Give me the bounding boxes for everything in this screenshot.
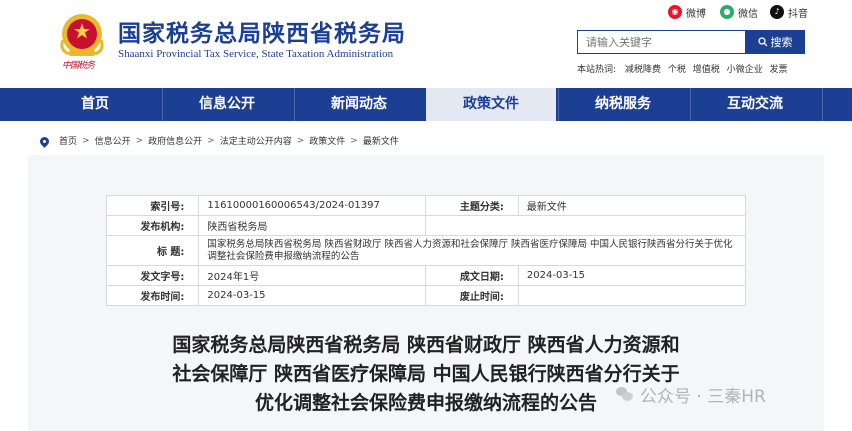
- site-title[interactable]: 国家税务总局陕西省税务局: [118, 14, 406, 48]
- site-header: 中国税务 国家税务总局陕西省税务局 Shaanxi Provincial Tax…: [0, 0, 852, 88]
- weixin-link[interactable]: ● 微信: [720, 4, 758, 20]
- weixin-label: 微信: [738, 8, 758, 20]
- hot-words-label: 本站热词:: [577, 65, 617, 75]
- empty-cell: [425, 215, 746, 236]
- weibo-label: 微博: [686, 8, 706, 20]
- search-button[interactable]: 搜索: [745, 30, 805, 54]
- nav-item-news[interactable]: 新闻动态: [294, 88, 424, 121]
- hot-word[interactable]: 个税: [668, 65, 686, 75]
- issuer-value: 陕西省税务局: [198, 215, 427, 236]
- douyin-icon: ♪: [770, 5, 784, 19]
- expire-date-label: 废止时间:: [425, 285, 519, 306]
- index-value: 11610000160006543/2024-01397: [198, 195, 427, 216]
- breadcrumb-separator: >: [296, 135, 305, 146]
- table-row: 发布时间: 2024-03-15 废止时间:: [105, 285, 747, 306]
- weixin-icon: ●: [720, 5, 734, 19]
- search-input[interactable]: [577, 30, 745, 54]
- breadcrumb-separator: >: [82, 135, 90, 146]
- table-row: 发布机构: 陕西省税务局: [105, 215, 746, 236]
- nav-divider: [822, 88, 823, 121]
- weibo-icon: ◉: [668, 5, 682, 19]
- table-row: 索引号: 11610000160006543/2024-01397 主题分类: …: [105, 195, 747, 216]
- hot-word[interactable]: 增值税: [693, 65, 720, 75]
- breadcrumb: 首页 > 信息公开 > 政府信息公开 > 法定主动公开内容 > 政策文件 > 最…: [38, 134, 401, 148]
- docno-label: 发文字号:: [105, 265, 200, 286]
- effective-date-label: 成文日期:: [425, 265, 519, 286]
- document-meta-table: 索引号: 11610000160006543/2024-01397 主题分类: …: [105, 195, 747, 306]
- hot-word[interactable]: 小微企业: [727, 65, 763, 75]
- main-nav: 首页 信息公开 新闻动态 政策文件 纳税服务 互动交流: [0, 88, 852, 121]
- expire-date-value: [517, 285, 747, 306]
- table-row: 标 题: 国家税务总局陕西省税务局 陕西省财政厅 陕西省人力资源和社会保障厅 陕…: [105, 235, 746, 266]
- breadcrumb-item[interactable]: 政策文件: [309, 134, 345, 147]
- china-tax-signature: 中国税务: [62, 61, 95, 71]
- nav-item-tax-service[interactable]: 纳税服务: [558, 88, 688, 121]
- nav-item-policy-documents[interactable]: 政策文件: [426, 88, 556, 121]
- pubdate-value: 2024-03-15: [198, 285, 427, 306]
- document-title-line: 国家税务总局陕西省税务局 陕西省财政厅 陕西省人力资源和: [172, 334, 680, 356]
- breadcrumb-separator: >: [207, 135, 215, 146]
- breadcrumb-separator: >: [135, 135, 144, 146]
- issuer-label: 发布机构:: [105, 215, 200, 236]
- watermark: 公众号 · 三秦HR: [616, 382, 766, 407]
- nav-item-home[interactable]: 首页: [30, 88, 160, 121]
- douyin-link[interactable]: ♪ 抖音: [770, 4, 808, 20]
- category-label: 主题分类:: [425, 195, 519, 216]
- breadcrumb-item[interactable]: 法定主动公开内容: [220, 134, 292, 147]
- docno-value: 2024年1号: [198, 265, 427, 286]
- douyin-label: 抖音: [788, 8, 808, 20]
- hot-words: 本站热词: 减税降费 个税 增值税 小微企业 发票: [577, 62, 792, 75]
- wechat-official-account-icon: [616, 386, 634, 403]
- table-row: 发文字号: 2024年1号 成文日期: 2024-03-15: [105, 265, 747, 286]
- site-subtitle: Shaanxi Provincial Tax Service, State Ta…: [118, 48, 394, 60]
- breadcrumb-separator: >: [350, 135, 358, 146]
- breadcrumb-item[interactable]: 政府信息公开: [148, 134, 202, 147]
- weibo-link[interactable]: ◉ 微博: [668, 4, 706, 20]
- nav-item-info-disclosure[interactable]: 信息公开: [162, 88, 292, 121]
- breadcrumb-current: 最新文件: [362, 137, 399, 147]
- hot-word[interactable]: 减税降费: [625, 65, 661, 75]
- breadcrumb-item[interactable]: 信息公开: [95, 134, 131, 147]
- breadcrumb-item[interactable]: 首页: [59, 134, 77, 147]
- title-label: 标 题:: [105, 235, 200, 266]
- title-value: 国家税务总局陕西省税务局 陕西省财政厅 陕西省人力资源和社会保障厅 陕西省医疗保…: [198, 235, 746, 266]
- pubdate-label: 发布时间:: [105, 285, 200, 306]
- category-value: 最新文件: [517, 195, 747, 216]
- hot-word[interactable]: 发票: [769, 65, 787, 75]
- search-button-label: 搜索: [770, 36, 793, 49]
- nav-item-interaction[interactable]: 互动交流: [690, 88, 820, 121]
- effective-date-value: 2024-03-15: [517, 265, 747, 286]
- location-pin-icon: [38, 135, 51, 148]
- watermark-text: 公众号 · 三秦HR: [640, 387, 766, 407]
- search-icon: [757, 37, 767, 47]
- index-label: 索引号:: [105, 195, 200, 216]
